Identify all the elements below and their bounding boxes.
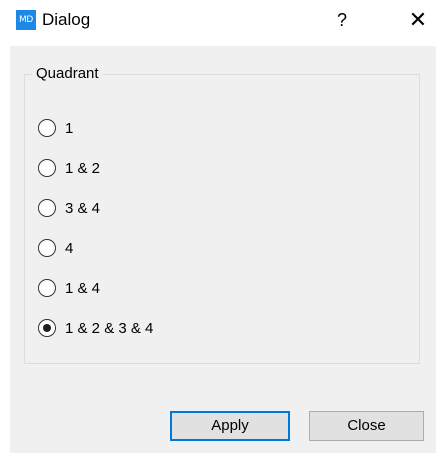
radio-label: 1 & 4 (65, 279, 101, 297)
help-button[interactable]: ? (322, 4, 362, 36)
radio-option-1-4[interactable]: 1 & 4 (38, 277, 100, 299)
close-icon[interactable]: ✕ (396, 4, 440, 36)
radio-button-icon[interactable] (38, 119, 56, 137)
close-button[interactable]: Close (309, 411, 424, 441)
radio-label: 4 (65, 239, 74, 257)
apply-button[interactable]: Apply (170, 411, 290, 441)
radio-label: 1 & 2 & 3 & 4 (65, 319, 154, 337)
radio-option-3-4[interactable]: 3 & 4 (38, 197, 100, 219)
radio-button-icon[interactable] (38, 199, 56, 217)
radio-label: 1 (65, 119, 74, 137)
radio-label: 3 & 4 (65, 199, 101, 217)
radio-button-icon[interactable] (38, 159, 56, 177)
radio-button-icon[interactable] (38, 239, 56, 257)
groupbox-title: Quadrant (32, 64, 103, 84)
radio-option-1-2-3-4[interactable]: 1 & 2 & 3 & 4 (38, 317, 153, 339)
dialog-body: Quadrant 1 1 & 2 3 & 4 4 1 & 4 1 & 2 & 3… (10, 46, 436, 453)
radio-button-checked-icon[interactable] (38, 319, 56, 337)
window-title: Dialog (42, 10, 91, 29)
radio-option-1-2[interactable]: 1 & 2 (38, 157, 100, 179)
app-icon: MD (16, 10, 36, 30)
dialog-window: MD Dialog ? ✕ Quadrant 1 1 & 2 3 & 4 4 1… (0, 0, 446, 463)
radio-button-icon[interactable] (38, 279, 56, 297)
radio-option-1[interactable]: 1 (38, 117, 73, 139)
radio-label: 1 & 2 (65, 159, 101, 177)
radio-option-4[interactable]: 4 (38, 237, 73, 259)
title-bar: MD Dialog ? ✕ (0, 0, 446, 46)
